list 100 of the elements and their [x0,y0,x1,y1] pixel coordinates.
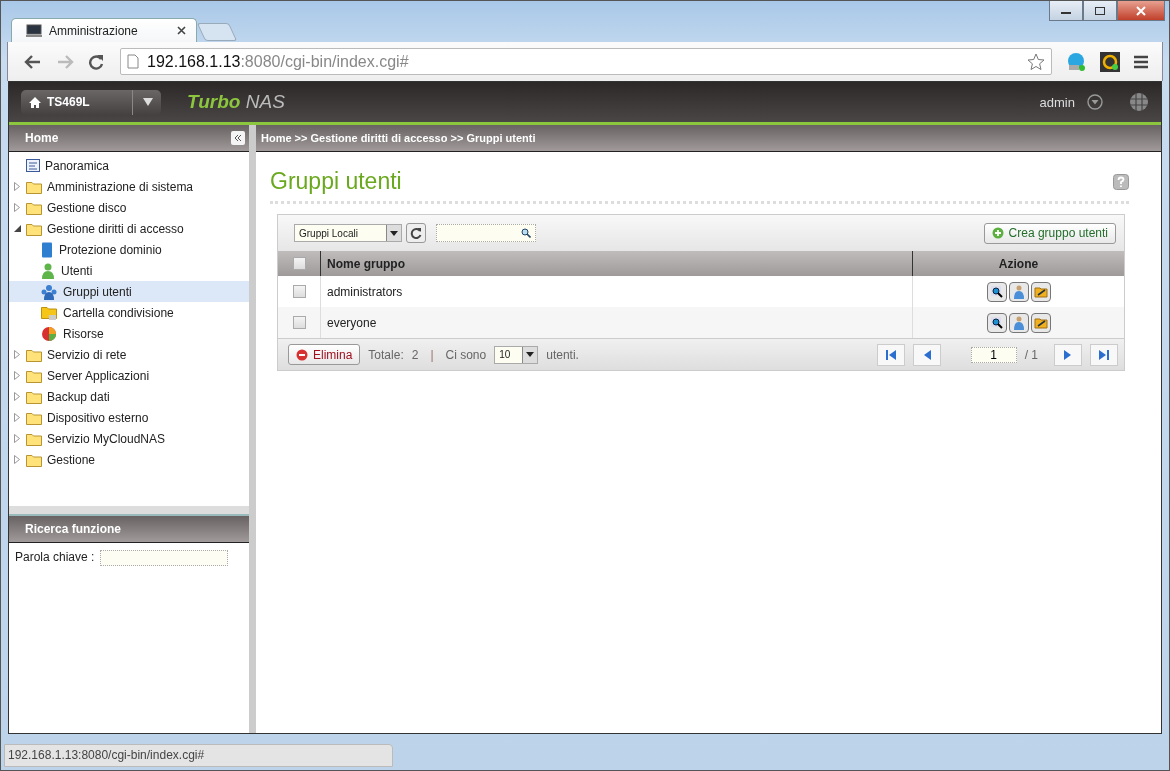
separator: | [430,347,434,362]
tree-item[interactable]: Backup dati [9,386,249,407]
tree-item[interactable]: Gestione disco [9,197,249,218]
expanded-icon[interactable] [13,225,21,232]
tree-item[interactable]: Amministrazione di sistema [9,176,249,197]
members-button[interactable] [1008,312,1029,333]
page-title: Gruppi utenti [270,168,402,195]
dropdown-icon[interactable] [1087,94,1103,110]
view-button[interactable] [986,281,1007,302]
tree-item[interactable]: Servizio MyCloudNAS [9,428,249,449]
magnifier-icon [989,315,1004,330]
tree-item[interactable]: Protezione dominio [9,239,249,260]
minus-icon [296,348,308,361]
brand-logo: Turbo NAS [187,91,286,113]
keyword-field[interactable] [100,550,229,566]
minimize-button[interactable] [1049,1,1083,21]
maximize-icon [1094,5,1106,16]
browser-tab[interactable]: Amministrazione [11,18,197,42]
folder-icon [26,221,42,236]
keyword-label: Parola chiave : [15,550,95,564]
tree-item[interactable]: Cartella condivisione [9,302,249,323]
users-icon [41,283,57,300]
folder-icon [1033,284,1048,299]
tree-item[interactable]: Utenti [9,260,249,281]
collapsed-icon[interactable] [14,350,20,359]
select-all-checkbox[interactable] [292,257,306,270]
breadcrumb: Home >> Gestione diritti di accesso >> Gruppi utenti [261,132,536,144]
magnifier-icon [989,284,1004,299]
status-url: 192.168.1.13:8080/cgi-bin/index.cgi# [4,744,394,767]
next-icon [1064,348,1072,361]
page-size-dropdown[interactable]: 10 [494,345,539,364]
close-icon[interactable] [177,26,186,35]
tree-item[interactable]: Gestione [9,449,249,470]
previous-page-button[interactable] [912,343,941,366]
folder-icon [26,179,42,194]
reload-icon[interactable] [88,53,104,70]
folder-icon [26,452,42,467]
help-icon[interactable] [1113,173,1129,190]
tree-item[interactable]: Dispositivo esterno [9,407,249,428]
first-page-button[interactable] [876,343,905,366]
group-type-dropdown[interactable]: Gruppi Locali [294,224,402,242]
user-name[interactable]: admin [1039,94,1075,110]
create-group-button[interactable]: Crea gruppo utenti [983,222,1116,244]
collapsed-icon[interactable] [14,203,20,212]
user-icon [41,262,55,279]
tree-item[interactable]: Server Applicazioni [9,365,249,386]
row-checkbox[interactable] [292,285,306,298]
back-icon[interactable] [24,53,42,70]
members-button[interactable] [1008,281,1029,302]
collapsed-icon[interactable] [14,413,20,422]
total-label: Totale: [368,347,404,362]
folder-icon [26,410,42,425]
previous-icon [922,348,931,361]
plus-icon [991,227,1004,239]
caret-icon [390,230,398,236]
last-page-button[interactable] [1090,343,1118,366]
search-field[interactable] [436,224,536,242]
tree-item[interactable]: Risorse [9,323,249,344]
collapsed-icon[interactable] [14,182,20,191]
address-field[interactable]: 192.168.1.13:8080/cgi-bin/index.cgi# [120,48,1052,75]
search-icon [521,228,531,238]
shared-folder-icon [41,304,57,321]
folder-icon [26,347,42,362]
collapse-icon[interactable] [231,131,245,145]
delete-button[interactable]: Elimina [288,344,361,365]
panel-title: Ricerca funzione [25,522,123,536]
per-page-unit: utenti. [546,347,579,362]
tree-item[interactable]: Panoramica [9,155,249,176]
collapsed-icon[interactable] [14,434,20,443]
list-icon [26,159,40,172]
panel-title: Home [25,131,60,145]
home-icon [29,96,41,108]
tree-item[interactable]: Servizio di rete [9,344,249,365]
maximize-button[interactable] [1083,1,1117,21]
collapsed-icon[interactable] [14,392,20,401]
tree-item[interactable]: Gestione diritti di accesso [9,218,249,239]
refresh-button[interactable] [406,223,426,243]
edit-button[interactable] [1030,281,1051,302]
page-icon [127,54,139,69]
collapsed-icon[interactable] [14,455,20,464]
close-button[interactable] [1117,1,1165,21]
collapsed-icon[interactable] [14,371,20,380]
column-header: Azione [997,255,1040,273]
folder-icon [26,200,42,215]
extension-icon[interactable] [1100,51,1120,72]
user-icon [1011,284,1026,299]
folder-icon [26,368,42,383]
tree-item[interactable]: Gruppi utenti [9,281,249,302]
row-checkbox[interactable] [292,316,306,329]
edit-button[interactable] [1030,312,1051,333]
page-field[interactable]: 1 [970,346,1017,363]
star-icon[interactable] [1027,52,1045,71]
total-count: 2 [411,347,419,362]
page-count: / 1 [1024,347,1038,362]
next-page-button[interactable] [1054,343,1082,366]
view-button[interactable] [986,312,1007,333]
menu-icon[interactable] [1134,54,1148,69]
pie-icon [41,325,57,342]
globe-icon[interactable] [1129,92,1149,112]
device-button[interactable]: TS469L [21,89,161,115]
